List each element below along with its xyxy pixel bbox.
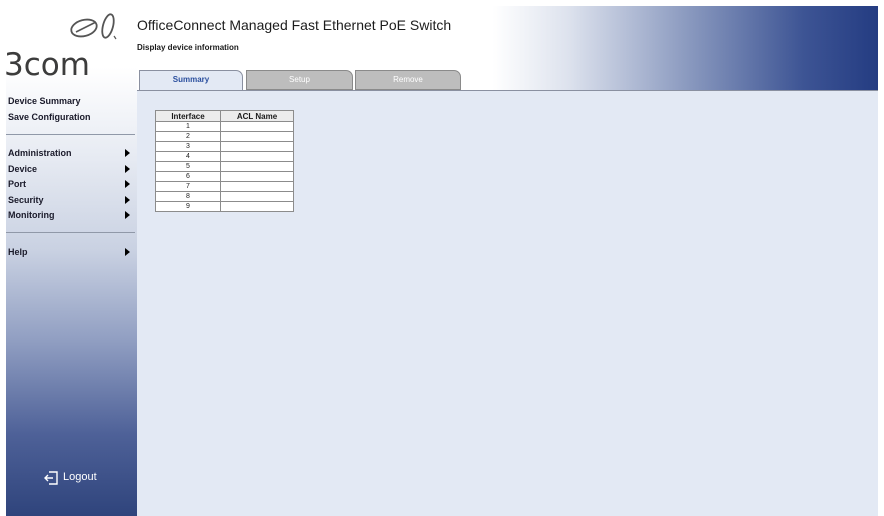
table-header-row: Interface ACL Name xyxy=(155,110,294,122)
column-header-interface: Interface xyxy=(155,110,221,122)
acl-name-cell xyxy=(220,161,294,172)
interface-cell: 7 xyxy=(155,181,221,192)
nav-save-configuration[interactable]: Save Configuration xyxy=(8,112,91,122)
logo-text: 3com xyxy=(4,47,90,83)
header: OfficeConnect Managed Fast Ethernet PoE … xyxy=(137,6,878,90)
chevron-right-icon xyxy=(125,180,130,188)
nav-monitoring[interactable]: Monitoring xyxy=(8,210,55,220)
table-row: 1 xyxy=(155,121,294,132)
acl-name-cell xyxy=(220,141,294,152)
interface-cell: 1 xyxy=(155,121,221,132)
table-row: 8 xyxy=(155,191,294,202)
page-subtitle: Display device information xyxy=(137,43,239,52)
tab-setup[interactable]: Setup xyxy=(246,70,353,90)
nav-device-summary[interactable]: Device Summary xyxy=(8,96,81,106)
table-row: 7 xyxy=(155,181,294,192)
interface-cell: 8 xyxy=(155,191,221,202)
nav-security[interactable]: Security xyxy=(8,195,44,205)
acl-name-cell xyxy=(220,121,294,132)
sidebar: 3com Device Summary Save Configuration A… xyxy=(4,6,137,516)
logout-icon xyxy=(44,471,58,485)
table-row: 4 xyxy=(155,151,294,162)
table-row: 5 xyxy=(155,161,294,172)
nav-device[interactable]: Device xyxy=(8,164,37,174)
tab-summary[interactable]: Summary xyxy=(139,70,243,90)
table-row: 3 xyxy=(155,141,294,152)
acl-name-cell xyxy=(220,151,294,162)
acl-summary-table: Interface ACL Name 1 2 3 4 5 6 7 8 9 xyxy=(155,110,294,212)
column-header-acl-name: ACL Name xyxy=(220,110,294,122)
acl-name-cell xyxy=(220,191,294,202)
3com-logo-icon xyxy=(70,13,117,40)
table-row: 6 xyxy=(155,171,294,182)
page-title: OfficeConnect Managed Fast Ethernet PoE … xyxy=(137,17,452,33)
interface-cell: 5 xyxy=(155,161,221,172)
sidebar-divider xyxy=(6,134,135,135)
chevron-right-icon xyxy=(125,248,130,256)
sidebar-divider xyxy=(6,232,135,233)
table-row: 2 xyxy=(155,131,294,142)
tab-remove[interactable]: Remove xyxy=(355,70,461,90)
interface-cell: 6 xyxy=(155,171,221,182)
logo: 3com xyxy=(4,6,137,84)
chevron-right-icon xyxy=(125,196,130,204)
acl-name-cell xyxy=(220,201,294,212)
acl-name-cell xyxy=(220,171,294,182)
chevron-right-icon xyxy=(125,149,130,157)
content-panel: Interface ACL Name 1 2 3 4 5 6 7 8 9 xyxy=(137,90,878,516)
chevron-right-icon xyxy=(125,211,130,219)
table-row: 9 xyxy=(155,201,294,212)
chevron-right-icon xyxy=(125,165,130,173)
interface-cell: 9 xyxy=(155,201,221,212)
acl-name-cell xyxy=(220,131,294,142)
acl-name-cell xyxy=(220,181,294,192)
nav-administration[interactable]: Administration xyxy=(8,148,72,158)
interface-cell: 2 xyxy=(155,131,221,142)
nav-help[interactable]: Help xyxy=(8,247,28,257)
nav-port[interactable]: Port xyxy=(8,179,26,189)
logout-label: Logout xyxy=(63,471,97,483)
interface-cell: 4 xyxy=(155,151,221,162)
interface-cell: 3 xyxy=(155,141,221,152)
